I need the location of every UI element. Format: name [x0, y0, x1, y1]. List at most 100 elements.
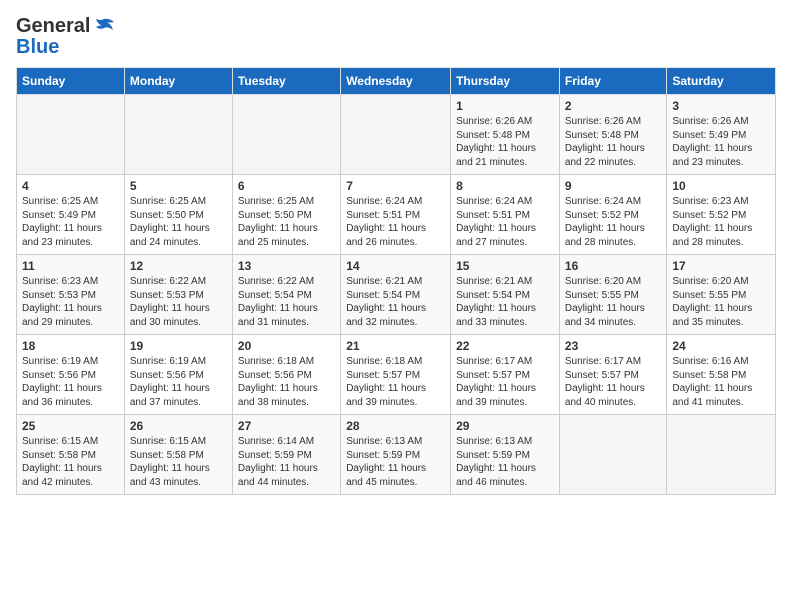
col-saturday: Saturday — [667, 68, 776, 95]
table-row: 29 Sunrise: 6:13 AM Sunset: 5:59 PM Dayli… — [451, 415, 560, 495]
header-row: Sunday Monday Tuesday Wednesday Thursday… — [17, 68, 776, 95]
day-number: 24 — [672, 339, 770, 353]
table-row: 24 Sunrise: 6:16 AM Sunset: 5:58 PM Dayli… — [667, 335, 776, 415]
cell-info: Sunrise: 6:18 AM Sunset: 5:56 PM Dayligh… — [238, 355, 335, 409]
day-number: 19 — [130, 339, 227, 353]
day-number: 13 — [238, 259, 335, 273]
cell-info: Sunrise: 6:15 AM Sunset: 5:58 PM Dayligh… — [22, 435, 119, 489]
day-number: 9 — [565, 179, 661, 193]
day-number: 3 — [672, 99, 770, 113]
calendar-row: 25 Sunrise: 6:15 AM Sunset: 5:58 PM Dayli… — [17, 415, 776, 495]
cell-info: Sunrise: 6:16 AM Sunset: 5:58 PM Dayligh… — [672, 355, 770, 409]
day-number: 10 — [672, 179, 770, 193]
table-row — [124, 95, 232, 175]
day-number: 16 — [565, 259, 661, 273]
table-row: 3 Sunrise: 6:26 AM Sunset: 5:49 PM Daylig… — [667, 95, 776, 175]
table-row: 9 Sunrise: 6:24 AM Sunset: 5:52 PM Daylig… — [559, 175, 666, 255]
table-row — [341, 95, 451, 175]
col-monday: Monday — [124, 68, 232, 95]
cell-info: Sunrise: 6:19 AM Sunset: 5:56 PM Dayligh… — [22, 355, 119, 409]
cell-info: Sunrise: 6:23 AM Sunset: 5:53 PM Dayligh… — [22, 275, 119, 329]
cell-info: Sunrise: 6:17 AM Sunset: 5:57 PM Dayligh… — [456, 355, 554, 409]
cell-info: Sunrise: 6:13 AM Sunset: 5:59 PM Dayligh… — [346, 435, 445, 489]
day-number: 26 — [130, 419, 227, 433]
table-row: 15Sunrise: 6:21 AM Sunset: 5:54 PM Dayli… — [451, 255, 560, 335]
cell-info: Sunrise: 6:19 AM Sunset: 5:56 PM Dayligh… — [130, 355, 227, 409]
cell-info: Sunrise: 6:18 AM Sunset: 5:57 PM Dayligh… — [346, 355, 445, 409]
cell-info: Sunrise: 6:21 AM Sunset: 5:54 PM Dayligh… — [346, 275, 445, 329]
cell-info: Sunrise: 6:20 AM Sunset: 5:55 PM Dayligh… — [672, 275, 770, 329]
day-number: 5 — [130, 179, 227, 193]
table-row: 19 Sunrise: 6:19 AM Sunset: 5:56 PM Dayli… — [124, 335, 232, 415]
table-row: 13 Sunrise: 6:22 AM Sunset: 5:54 PM Dayli… — [232, 255, 340, 335]
cell-info: Sunrise: 6:23 AM Sunset: 5:52 PM Dayligh… — [672, 195, 770, 249]
col-thursday: Thursday — [451, 68, 560, 95]
cell-info: Sunrise: 6:25 AM Sunset: 5:49 PM Dayligh… — [22, 195, 119, 249]
cell-info: Sunrise: 6:24 AM Sunset: 5:52 PM Dayligh… — [565, 195, 661, 249]
table-row: 7Sunrise: 6:24 AM Sunset: 5:51 PM Daylig… — [341, 175, 451, 255]
col-tuesday: Tuesday — [232, 68, 340, 95]
table-row: 1 Sunrise: 6:26 AM Sunset: 5:48 PM Daylig… — [451, 95, 560, 175]
day-number: 11 — [22, 259, 119, 273]
calendar-row: 4 Sunrise: 6:25 AM Sunset: 5:49 PM Daylig… — [17, 175, 776, 255]
cell-info: Sunrise: 6:26 AM Sunset: 5:49 PM Dayligh… — [672, 115, 770, 169]
day-number: 4 — [22, 179, 119, 193]
table-row — [667, 415, 776, 495]
calendar-row: 18 Sunrise: 6:19 AM Sunset: 5:56 PM Dayli… — [17, 335, 776, 415]
col-friday: Friday — [559, 68, 666, 95]
day-number: 1 — [456, 99, 554, 113]
day-number: 14 — [346, 259, 445, 273]
table-row: 27 Sunrise: 6:14 AM Sunset: 5:59 PM Dayli… — [232, 415, 340, 495]
day-number: 25 — [22, 419, 119, 433]
page-header: General Blue — [16, 16, 776, 59]
table-row — [232, 95, 340, 175]
table-row: 25 Sunrise: 6:15 AM Sunset: 5:58 PM Dayli… — [17, 415, 125, 495]
cell-info: Sunrise: 6:22 AM Sunset: 5:53 PM Dayligh… — [130, 275, 227, 329]
logo: General Blue — [16, 16, 115, 59]
cell-info: Sunrise: 6:14 AM Sunset: 5:59 PM Dayligh… — [238, 435, 335, 489]
table-row: 10 Sunrise: 6:23 AM Sunset: 5:52 PM Dayli… — [667, 175, 776, 255]
day-number: 27 — [238, 419, 335, 433]
calendar-table: Sunday Monday Tuesday Wednesday Thursday… — [16, 67, 776, 495]
cell-info: Sunrise: 6:17 AM Sunset: 5:57 PM Dayligh… — [565, 355, 661, 409]
cell-info: Sunrise: 6:24 AM Sunset: 5:51 PM Dayligh… — [456, 195, 554, 249]
cell-info: Sunrise: 6:22 AM Sunset: 5:54 PM Dayligh… — [238, 275, 335, 329]
cell-info: Sunrise: 6:24 AM Sunset: 5:51 PM Dayligh… — [346, 195, 445, 249]
day-number: 23 — [565, 339, 661, 353]
table-row: 11 Sunrise: 6:23 AM Sunset: 5:53 PM Dayli… — [17, 255, 125, 335]
table-row — [17, 95, 125, 175]
table-row — [559, 415, 666, 495]
cell-info: Sunrise: 6:26 AM Sunset: 5:48 PM Dayligh… — [456, 115, 554, 169]
cell-info: Sunrise: 6:26 AM Sunset: 5:48 PM Dayligh… — [565, 115, 661, 169]
day-number: 18 — [22, 339, 119, 353]
day-number: 17 — [672, 259, 770, 273]
table-row: 5Sunrise: 6:25 AM Sunset: 5:50 PM Daylig… — [124, 175, 232, 255]
cell-info: Sunrise: 6:15 AM Sunset: 5:58 PM Dayligh… — [130, 435, 227, 489]
col-sunday: Sunday — [17, 68, 125, 95]
table-row: 21 Sunrise: 6:18 AM Sunset: 5:57 PM Dayli… — [341, 335, 451, 415]
col-wednesday: Wednesday — [341, 68, 451, 95]
cell-info: Sunrise: 6:20 AM Sunset: 5:55 PM Dayligh… — [565, 275, 661, 329]
cell-info: Sunrise: 6:25 AM Sunset: 5:50 PM Dayligh… — [238, 195, 335, 249]
day-number: 28 — [346, 419, 445, 433]
day-number: 2 — [565, 99, 661, 113]
calendar-row: 11 Sunrise: 6:23 AM Sunset: 5:53 PM Dayli… — [17, 255, 776, 335]
day-number: 29 — [456, 419, 554, 433]
table-row: 16 Sunrise: 6:20 AM Sunset: 5:55 PM Dayli… — [559, 255, 666, 335]
table-row: 14 Sunrise: 6:21 AM Sunset: 5:54 PM Dayli… — [341, 255, 451, 335]
table-row: 6 Sunrise: 6:25 AM Sunset: 5:50 PM Daylig… — [232, 175, 340, 255]
day-number: 12 — [130, 259, 227, 273]
table-row: 12 Sunrise: 6:22 AM Sunset: 5:53 PM Dayli… — [124, 255, 232, 335]
table-row: 23 Sunrise: 6:17 AM Sunset: 5:57 PM Dayli… — [559, 335, 666, 415]
calendar-body: 1 Sunrise: 6:26 AM Sunset: 5:48 PM Daylig… — [17, 95, 776, 495]
cell-info: Sunrise: 6:13 AM Sunset: 5:59 PM Dayligh… — [456, 435, 554, 489]
table-row: 26 Sunrise: 6:15 AM Sunset: 5:58 PM Dayli… — [124, 415, 232, 495]
day-number: 21 — [346, 339, 445, 353]
table-row: 22 Sunrise: 6:17 AM Sunset: 5:57 PM Dayli… — [451, 335, 560, 415]
table-row: 17 Sunrise: 6:20 AM Sunset: 5:55 PM Dayli… — [667, 255, 776, 335]
day-number: 8 — [456, 179, 554, 193]
table-row: 2 Sunrise: 6:26 AM Sunset: 5:48 PM Daylig… — [559, 95, 666, 175]
day-number: 22 — [456, 339, 554, 353]
day-number: 6 — [238, 179, 335, 193]
table-row: 8 Sunrise: 6:24 AM Sunset: 5:51 PM Daylig… — [451, 175, 560, 255]
